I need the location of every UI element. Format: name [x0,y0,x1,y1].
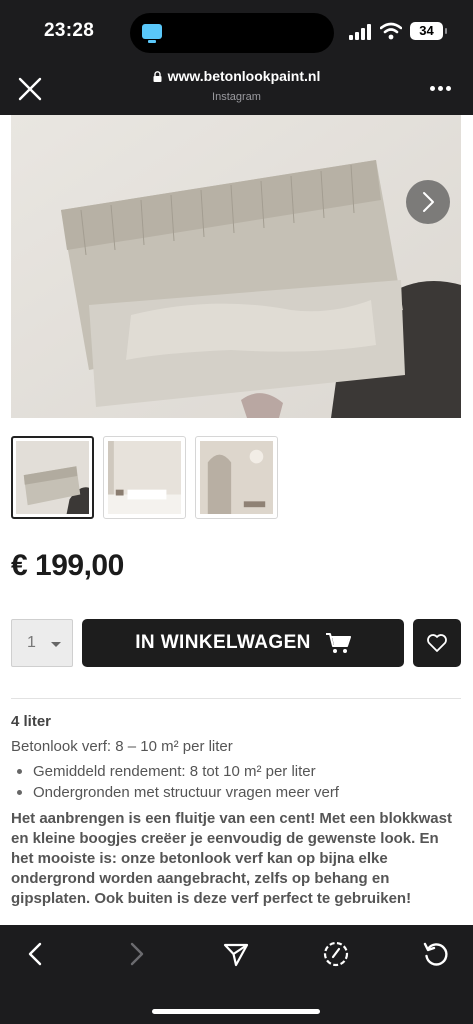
quantity-select[interactable]: 1 [11,619,73,667]
arched-hallway-photo [200,441,273,514]
browser-source: Instagram [212,90,261,103]
description-title: 4 liter [11,713,52,730]
thumbnail-paint-brush[interactable] [11,436,94,519]
web-page: € 199,00 1 IN WINKELWAGEN 4 liter Betonl… [0,115,473,925]
more-dots-icon[interactable] [430,86,452,92]
coverage-text: Betonlook verf: 8 – 10 m² per liter [11,738,233,755]
wifi-icon [380,22,402,40]
in-app-browser-header: www.betonlookpaint.nl Instagram [0,62,473,115]
back-icon[interactable] [22,940,50,968]
status-bar: 23:28 34 [0,0,473,62]
chevron-right-icon [423,192,434,212]
paint-brush-photo [11,115,461,418]
battery-indicator: 34 [410,22,447,40]
chevron-down-icon [51,642,61,647]
lock-icon [153,70,162,82]
product-main-image[interactable] [11,115,461,418]
tv-app-icon [142,24,162,43]
status-time: 23:28 [44,20,95,41]
section-divider [11,698,461,699]
compass-icon[interactable] [322,940,350,968]
thumbnail-arched-hallway[interactable] [195,436,278,519]
list-item: Gemiddeld rendement: 8 tot 10 m² per lit… [11,761,461,782]
home-indicator[interactable] [152,1009,320,1014]
product-price: € 199,00 [11,549,124,582]
quantity-value: 1 [27,634,36,651]
product-description: 4 liter Betonlook verf: 8 – 10 m² per li… [11,713,461,909]
heart-icon [427,634,447,652]
share-icon[interactable] [222,940,250,968]
add-to-cart-button[interactable]: IN WINKELWAGEN [82,619,404,667]
description-body: Het aanbrengen is een fluitje van een ce… [11,810,452,907]
url-display[interactable]: www.betonlookpaint.nl Instagram [110,68,363,103]
dynamic-island [130,13,334,53]
paint-brush-photo [16,441,89,514]
close-icon[interactable] [17,76,43,102]
wishlist-button[interactable] [413,619,461,667]
bedroom-photo [108,441,181,514]
add-to-cart-label: IN WINKELWAGEN [135,632,311,653]
next-image-button[interactable] [406,180,450,224]
browser-toolbar [0,925,473,1024]
reload-icon[interactable] [422,940,450,968]
forward-icon[interactable] [122,940,150,968]
cellular-signal-icon [349,24,373,40]
thumbnail-bedroom[interactable] [103,436,186,519]
feature-list: Gemiddeld rendement: 8 tot 10 m² per lit… [11,761,461,803]
url-text: www.betonlookpaint.nl [167,68,321,84]
list-item: Ondergronden met structuur vragen meer v… [11,782,461,803]
shopping-cart-icon [325,633,351,653]
